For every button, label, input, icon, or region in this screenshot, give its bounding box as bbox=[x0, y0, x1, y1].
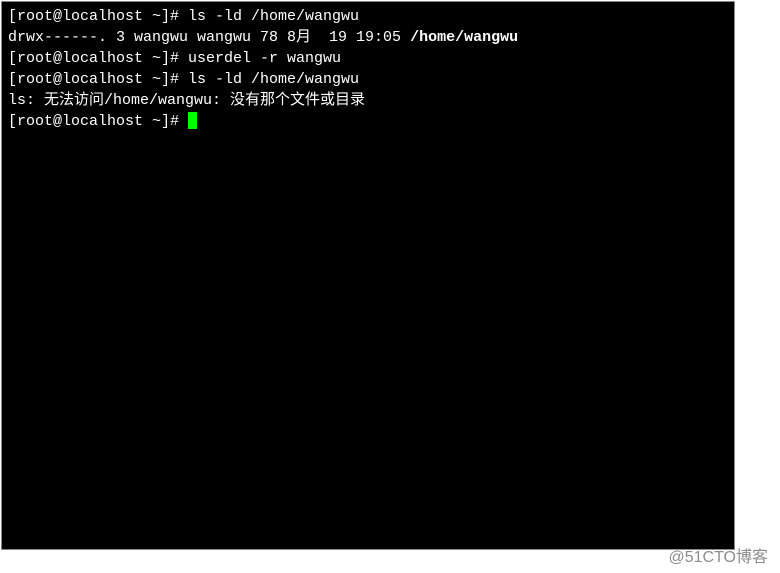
shell-prompt: [root@localhost ~]# bbox=[8, 71, 188, 88]
shell-command: userdel -r wangwu bbox=[188, 50, 341, 67]
ls-output-path: /home/wangwu bbox=[410, 29, 518, 46]
terminal-line: ls: 无法访问/home/wangwu: 没有那个文件或目录 bbox=[8, 90, 728, 111]
shell-prompt: [root@localhost ~]# bbox=[8, 113, 188, 130]
watermark: @51CTO博客 bbox=[668, 543, 768, 567]
terminal-line: [root@localhost ~]# ls -ld /home/wangwu bbox=[8, 69, 728, 90]
shell-prompt: [root@localhost ~]# bbox=[8, 50, 188, 67]
terminal-line: [root@localhost ~]# bbox=[8, 111, 728, 132]
ls-output-permissions: drwx------. 3 wangwu wangwu 78 8月 19 19:… bbox=[8, 29, 410, 46]
shell-error-output: ls: 无法访问/home/wangwu: 没有那个文件或目录 bbox=[8, 92, 365, 109]
terminal-window[interactable]: [root@localhost ~]# ls -ld /home/wangwu … bbox=[1, 1, 735, 550]
terminal-line: [root@localhost ~]# ls -ld /home/wangwu bbox=[8, 6, 728, 27]
shell-command: ls -ld /home/wangwu bbox=[188, 71, 359, 88]
terminal-line: [root@localhost ~]# userdel -r wangwu bbox=[8, 48, 728, 69]
shell-prompt: [root@localhost ~]# bbox=[8, 8, 188, 25]
shell-command: ls -ld /home/wangwu bbox=[188, 8, 359, 25]
cursor bbox=[188, 112, 197, 129]
terminal-line: drwx------. 3 wangwu wangwu 78 8月 19 19:… bbox=[8, 27, 728, 48]
